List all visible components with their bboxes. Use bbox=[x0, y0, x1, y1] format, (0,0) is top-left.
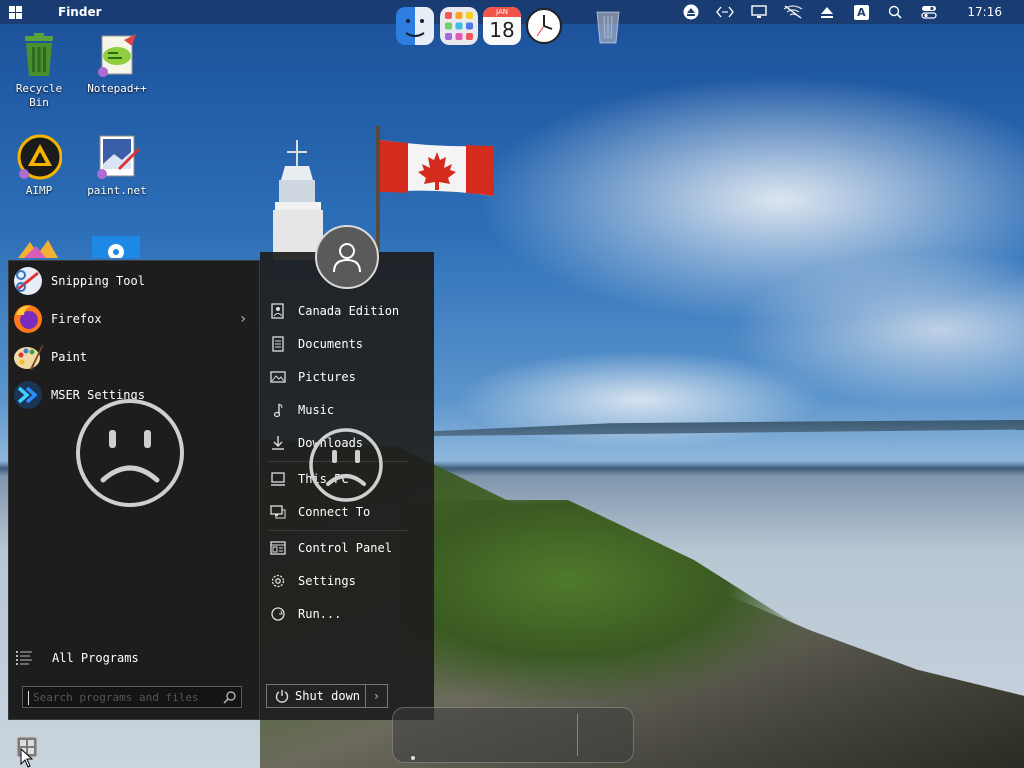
sad-face-icon bbox=[309, 428, 383, 502]
desktop-icon-label: Recycle bbox=[15, 82, 63, 95]
user-folder-icon bbox=[268, 301, 288, 321]
snipping-tool-icon bbox=[12, 265, 44, 297]
calendar-month: JAN bbox=[483, 7, 521, 17]
program-label: Paint bbox=[51, 350, 88, 364]
control-center-icon[interactable] bbox=[919, 3, 939, 21]
place-label: Pictures bbox=[298, 370, 356, 384]
wallpaper-horizon bbox=[433, 420, 1024, 436]
mser-settings-icon bbox=[12, 379, 44, 411]
recycle-bin-icon bbox=[16, 32, 62, 78]
eject-icon[interactable] bbox=[681, 3, 701, 21]
place-label: Music bbox=[298, 403, 335, 417]
clock-icon[interactable] bbox=[525, 7, 563, 45]
sad-face-icon bbox=[76, 399, 184, 507]
desktop-icon-aimp[interactable]: AIMP bbox=[2, 134, 76, 198]
place-music[interactable]: Music bbox=[268, 397, 428, 423]
places-divider bbox=[268, 530, 408, 531]
gear-icon bbox=[268, 571, 288, 591]
wallpaper-canada-flag bbox=[380, 140, 494, 196]
place-label: Documents bbox=[298, 337, 364, 351]
calendar-icon[interactable]: JAN 18 bbox=[483, 7, 521, 45]
status-area: A 17:16 bbox=[681, 3, 1024, 21]
picture-icon bbox=[268, 367, 288, 387]
computer-icon bbox=[268, 469, 288, 489]
calendar-day: 18 bbox=[489, 18, 515, 42]
desktop-icon-paintnet[interactable]: paint.net bbox=[80, 134, 154, 198]
network-off-icon[interactable] bbox=[783, 3, 803, 21]
desktop-icon-label: Bin bbox=[29, 96, 49, 109]
windows-logo-icon[interactable] bbox=[0, 0, 30, 24]
control-panel-icon bbox=[268, 538, 288, 558]
music-icon bbox=[268, 400, 288, 420]
shutdown-label: Shut down bbox=[295, 689, 361, 703]
place-label: Control Panel bbox=[298, 541, 392, 555]
network-icon bbox=[268, 502, 288, 522]
search-placeholder: Search programs and files bbox=[33, 690, 199, 704]
program-label: Firefox bbox=[51, 312, 102, 326]
desktop-icon-label: Notepad++ bbox=[87, 82, 147, 95]
place-settings[interactable]: Settings bbox=[268, 568, 428, 594]
paint-icon bbox=[12, 341, 44, 373]
running-indicator bbox=[411, 756, 415, 760]
mouse-pointer-icon bbox=[20, 748, 34, 768]
start-program-firefox[interactable]: Firefox › bbox=[12, 302, 250, 336]
place-connect-to[interactable]: Connect To bbox=[268, 499, 428, 525]
user-icon bbox=[333, 243, 361, 273]
start-program-snipping-tool[interactable]: Snipping Tool bbox=[12, 264, 250, 298]
desktop-icon-partial[interactable] bbox=[14, 236, 60, 258]
code-icon[interactable] bbox=[715, 3, 735, 21]
finder-icon[interactable] bbox=[396, 7, 434, 45]
upload-icon[interactable] bbox=[817, 3, 837, 21]
program-label: Snipping Tool bbox=[51, 274, 145, 288]
all-programs-button[interactable]: All Programs bbox=[16, 648, 139, 668]
text-cursor bbox=[28, 691, 29, 705]
download-icon bbox=[268, 433, 288, 453]
dock-divider bbox=[577, 714, 578, 756]
dock bbox=[392, 707, 634, 763]
run-icon bbox=[268, 604, 288, 624]
search-icon[interactable] bbox=[223, 690, 237, 704]
aimp-icon bbox=[16, 134, 63, 180]
monitor-icon[interactable] bbox=[749, 3, 769, 21]
wallpaper-shrubs bbox=[400, 500, 820, 700]
desktop-icon-label: AIMP bbox=[25, 184, 53, 197]
active-app-name[interactable]: Finder bbox=[58, 5, 102, 19]
menubar-clock[interactable]: 17:16 bbox=[967, 5, 1002, 19]
document-icon bbox=[268, 334, 288, 354]
place-label: Canada Edition bbox=[298, 304, 400, 318]
desktop-icon-partial[interactable] bbox=[92, 236, 140, 258]
paintnet-icon bbox=[94, 134, 140, 180]
desktop-icon-notepadpp[interactable]: Notepad++ bbox=[80, 32, 154, 96]
firefox-icon bbox=[12, 303, 44, 335]
desktop-icon-recycle-bin[interactable]: Recycle Bin bbox=[2, 32, 76, 110]
place-label: Connect To bbox=[298, 505, 371, 519]
notepadpp-icon bbox=[94, 32, 140, 78]
place-documents[interactable]: Documents bbox=[268, 331, 428, 357]
desktop-icon-label: paint.net bbox=[87, 184, 147, 197]
shutdown-options-button[interactable]: › bbox=[366, 684, 388, 708]
search-icon[interactable] bbox=[885, 3, 905, 21]
trash-icon[interactable] bbox=[589, 7, 627, 45]
place-label: Settings bbox=[298, 574, 356, 588]
keyboard-layout-icon[interactable]: A bbox=[851, 3, 871, 21]
place-control-panel[interactable]: Control Panel bbox=[268, 535, 428, 561]
start-program-paint[interactable]: Paint bbox=[12, 340, 250, 374]
place-pictures[interactable]: Pictures bbox=[268, 364, 428, 390]
power-icon bbox=[275, 690, 289, 703]
search-input[interactable]: Search programs and files bbox=[22, 686, 242, 708]
place-run[interactable]: Run... bbox=[268, 601, 428, 627]
shutdown-button[interactable]: Shut down bbox=[266, 684, 366, 708]
place-canada-edition[interactable]: Canada Edition bbox=[268, 298, 428, 324]
place-label: Run... bbox=[298, 607, 342, 621]
user-avatar[interactable] bbox=[315, 225, 379, 289]
chevron-right-icon[interactable]: › bbox=[240, 311, 246, 327]
launchpad-icon[interactable] bbox=[440, 7, 478, 45]
list-icon bbox=[16, 651, 32, 665]
all-programs-label: All Programs bbox=[52, 651, 139, 665]
